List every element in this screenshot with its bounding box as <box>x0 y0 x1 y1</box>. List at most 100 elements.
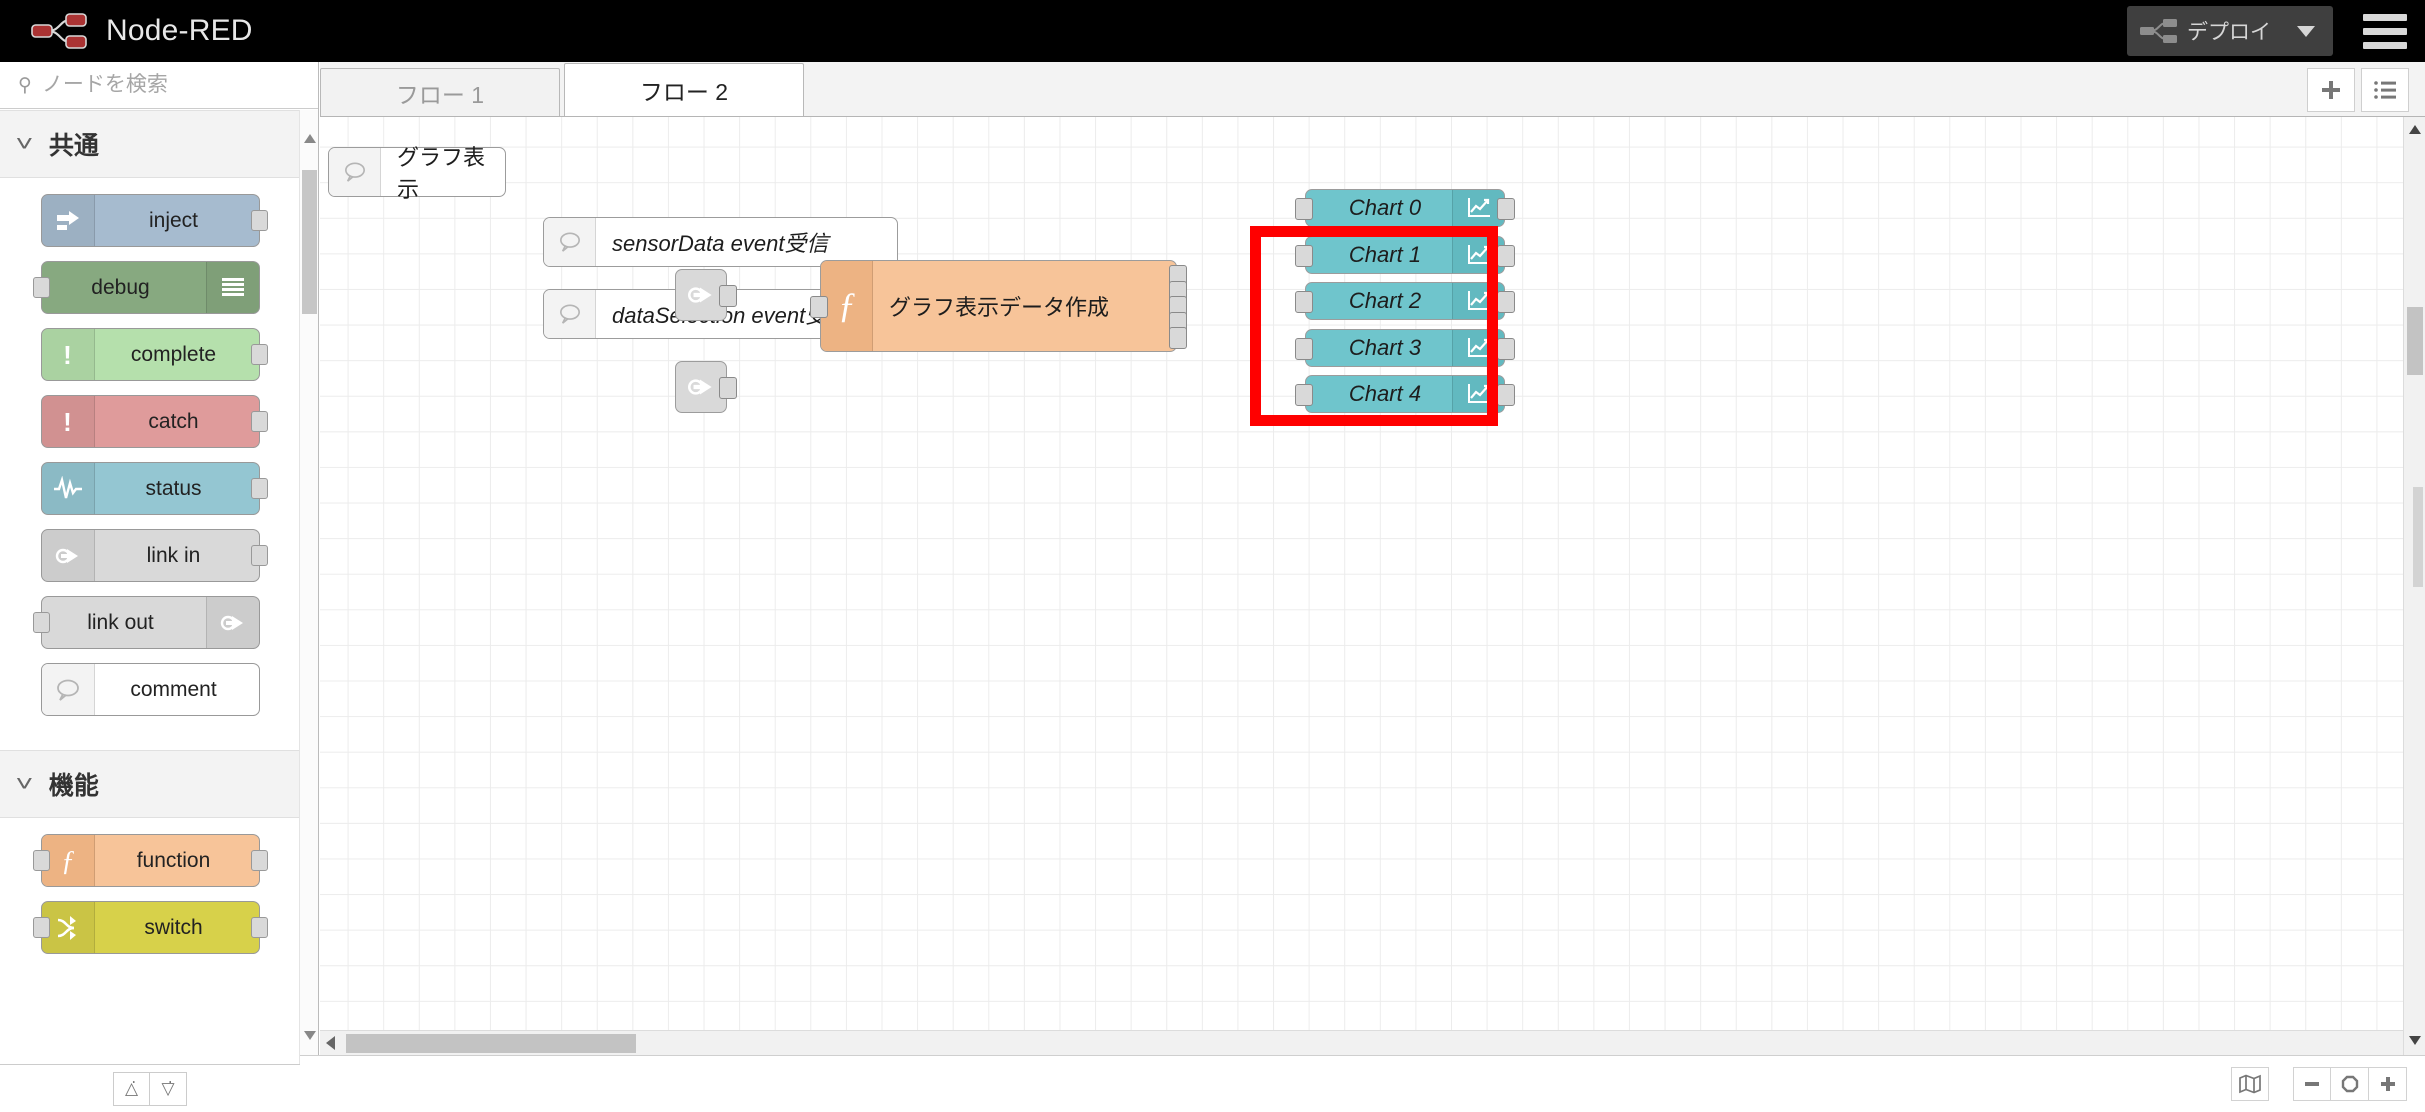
flow-node-label: Chart 3 <box>1348 335 1422 360</box>
scrollbar-thumb[interactable] <box>2407 307 2423 375</box>
node-output-port[interactable] <box>1497 291 1515 313</box>
flow-node-chart-2[interactable]: Chart 2 <box>1295 282 1515 320</box>
palette-scroll-area: ˅ 共通 inject debug ! complete ! catch sta… <box>0 110 300 1064</box>
node-output-port[interactable] <box>1169 327 1187 349</box>
chevron-down-icon[interactable] <box>2297 25 2315 37</box>
flow-node-comment-graph[interactable]: グラフ表示 <box>328 145 506 202</box>
flow-node-function-graphdata[interactable]: ƒ グラフ表示データ作成 <box>810 260 1187 352</box>
flow-node-link-in-2[interactable] <box>675 361 737 413</box>
node-input-port[interactable] <box>32 612 50 633</box>
flow-node-chart-3[interactable]: Chart 3 <box>1295 329 1515 367</box>
palette-category-header-function[interactable]: ˅ 機能 <box>0 750 300 818</box>
palette-search[interactable]: ⚲ <box>0 62 318 109</box>
deploy-button[interactable]: デプロイ <box>2127 6 2333 56</box>
canvas-horizontal-scrollbar[interactable] <box>320 1030 2403 1055</box>
hamburger-menu-icon[interactable] <box>2359 8 2411 54</box>
node-output-port[interactable] <box>719 285 737 307</box>
node-output-port[interactable] <box>1497 338 1515 360</box>
flow-node-label: グラフ表示 <box>397 145 486 202</box>
tab-flow-1[interactable]: フロー 1 <box>320 68 560 116</box>
palette-scrollbar[interactable] <box>299 110 318 1064</box>
search-icon: ⚲ <box>18 74 32 96</box>
svg-text:ƒ: ƒ <box>838 285 856 325</box>
palette-node-comment[interactable]: comment <box>40 663 260 716</box>
palette-node-complete[interactable]: ! complete <box>40 328 268 381</box>
node-input-port[interactable] <box>1295 338 1313 360</box>
node-output-port[interactable] <box>250 478 268 499</box>
flow-node-chart-4[interactable]: Chart 4 <box>1295 375 1515 413</box>
node-output-port[interactable] <box>1497 384 1515 406</box>
node-output-port[interactable] <box>250 210 268 231</box>
add-flow-button[interactable] <box>2307 68 2355 112</box>
node-output-port[interactable] <box>1497 198 1515 220</box>
canvas-vertical-scrollbar[interactable] <box>2403 117 2425 1055</box>
zoom-reset-button[interactable] <box>2331 1067 2369 1101</box>
flow-node-label: Chart 2 <box>1348 288 1422 313</box>
flow-node-label: Chart 1 <box>1348 242 1422 267</box>
flow-list-button[interactable] <box>2361 68 2409 112</box>
chevrons-up-icon[interactable]: △̇ <box>113 1071 150 1106</box>
zoom-out-button[interactable] <box>2293 1067 2331 1101</box>
zoom-in-button[interactable] <box>2369 1067 2407 1101</box>
palette-footer: △̇ ▽̇ <box>0 1064 300 1112</box>
palette-node-inject[interactable]: inject <box>40 194 268 247</box>
navigator-button[interactable] <box>2231 1067 2269 1101</box>
palette-node-link-in[interactable]: link in <box>40 529 268 582</box>
tab-flow-2[interactable]: フロー 2 <box>564 63 804 116</box>
palette-node-function[interactable]: ƒ function <box>32 834 268 887</box>
flow-node-label: グラフ表示データ作成 <box>889 295 1110 320</box>
workspace-tabbar: フロー 1 フロー 2 <box>320 62 2425 117</box>
node-output-port[interactable] <box>250 411 268 432</box>
node-output-port[interactable] <box>250 344 268 365</box>
node-output-port[interactable] <box>250 917 268 938</box>
scroll-left-icon[interactable] <box>326 1036 335 1050</box>
node-input-port[interactable] <box>1295 384 1313 406</box>
scrollbar-thumb[interactable] <box>346 1034 636 1053</box>
node-output-port[interactable] <box>1497 245 1515 267</box>
deploy-label: デプロイ <box>2187 21 2271 44</box>
palette-node-catch[interactable]: ! catch <box>40 395 268 448</box>
palette-node-switch[interactable]: switch <box>32 901 268 954</box>
palette-node-label: catch <box>148 409 199 433</box>
palette-category-body-function: ƒ function switch <box>0 818 300 988</box>
inject-arrow-icon <box>41 195 95 246</box>
comment-bubble-icon <box>544 218 596 266</box>
palette-category-body-common: inject debug ! complete ! catch status l… <box>0 178 300 750</box>
node-input-port[interactable] <box>1295 198 1313 220</box>
scroll-up-icon[interactable] <box>2409 125 2421 134</box>
chevrons-down-icon[interactable]: ▽̇ <box>150 1071 187 1106</box>
scrollbar-thumb-secondary[interactable] <box>2413 487 2423 587</box>
palette-category-header-common[interactable]: ˅ 共通 <box>0 110 300 178</box>
node-red-logo-icon <box>30 11 92 51</box>
svg-text:ƒ: ƒ <box>61 846 75 877</box>
node-input-port[interactable] <box>1295 245 1313 267</box>
exclamation-icon: ! <box>41 396 95 447</box>
flow-node-chart-1[interactable]: Chart 1 <box>1295 236 1515 274</box>
scroll-up-icon[interactable] <box>304 134 316 143</box>
node-red-app: Node-RED デプロイ ⚲ ノードを検索 ˅ 共通 inject debug… <box>0 0 2425 1112</box>
search-input[interactable] <box>41 73 282 97</box>
palette-node-link-out[interactable]: link out <box>32 596 260 649</box>
scrollbar-thumb[interactable] <box>302 170 317 314</box>
node-input-port[interactable] <box>32 277 50 298</box>
scroll-down-icon[interactable] <box>304 1031 316 1040</box>
node-input-port[interactable] <box>32 850 50 871</box>
node-output-port[interactable] <box>250 850 268 871</box>
palette-node-debug[interactable]: debug <box>32 261 260 314</box>
flow-node-link-in-1[interactable] <box>675 269 737 321</box>
palette-node-status[interactable]: status <box>40 462 268 515</box>
node-input-port[interactable] <box>32 917 50 938</box>
flow-node-label: sensorData event受信 <box>612 231 829 256</box>
node-output-port[interactable] <box>250 545 268 566</box>
flow-node-chart-0[interactable]: Chart 0 <box>1295 189 1515 227</box>
canvas-footer <box>300 1055 2425 1112</box>
palette-category-title: 機能 <box>48 772 99 800</box>
node-input-port[interactable] <box>1295 291 1313 313</box>
function-f-icon: ƒ <box>821 261 873 351</box>
scroll-down-icon[interactable] <box>2409 1036 2421 1045</box>
flow-node-label: Chart 4 <box>1348 381 1422 406</box>
flow-canvas[interactable]: グラフ表示 sensorData event受信 dataSelection e… <box>320 117 2425 1055</box>
node-output-port[interactable] <box>719 377 737 399</box>
node-input-port[interactable] <box>810 296 828 318</box>
palette-node-label: switch <box>144 915 203 939</box>
